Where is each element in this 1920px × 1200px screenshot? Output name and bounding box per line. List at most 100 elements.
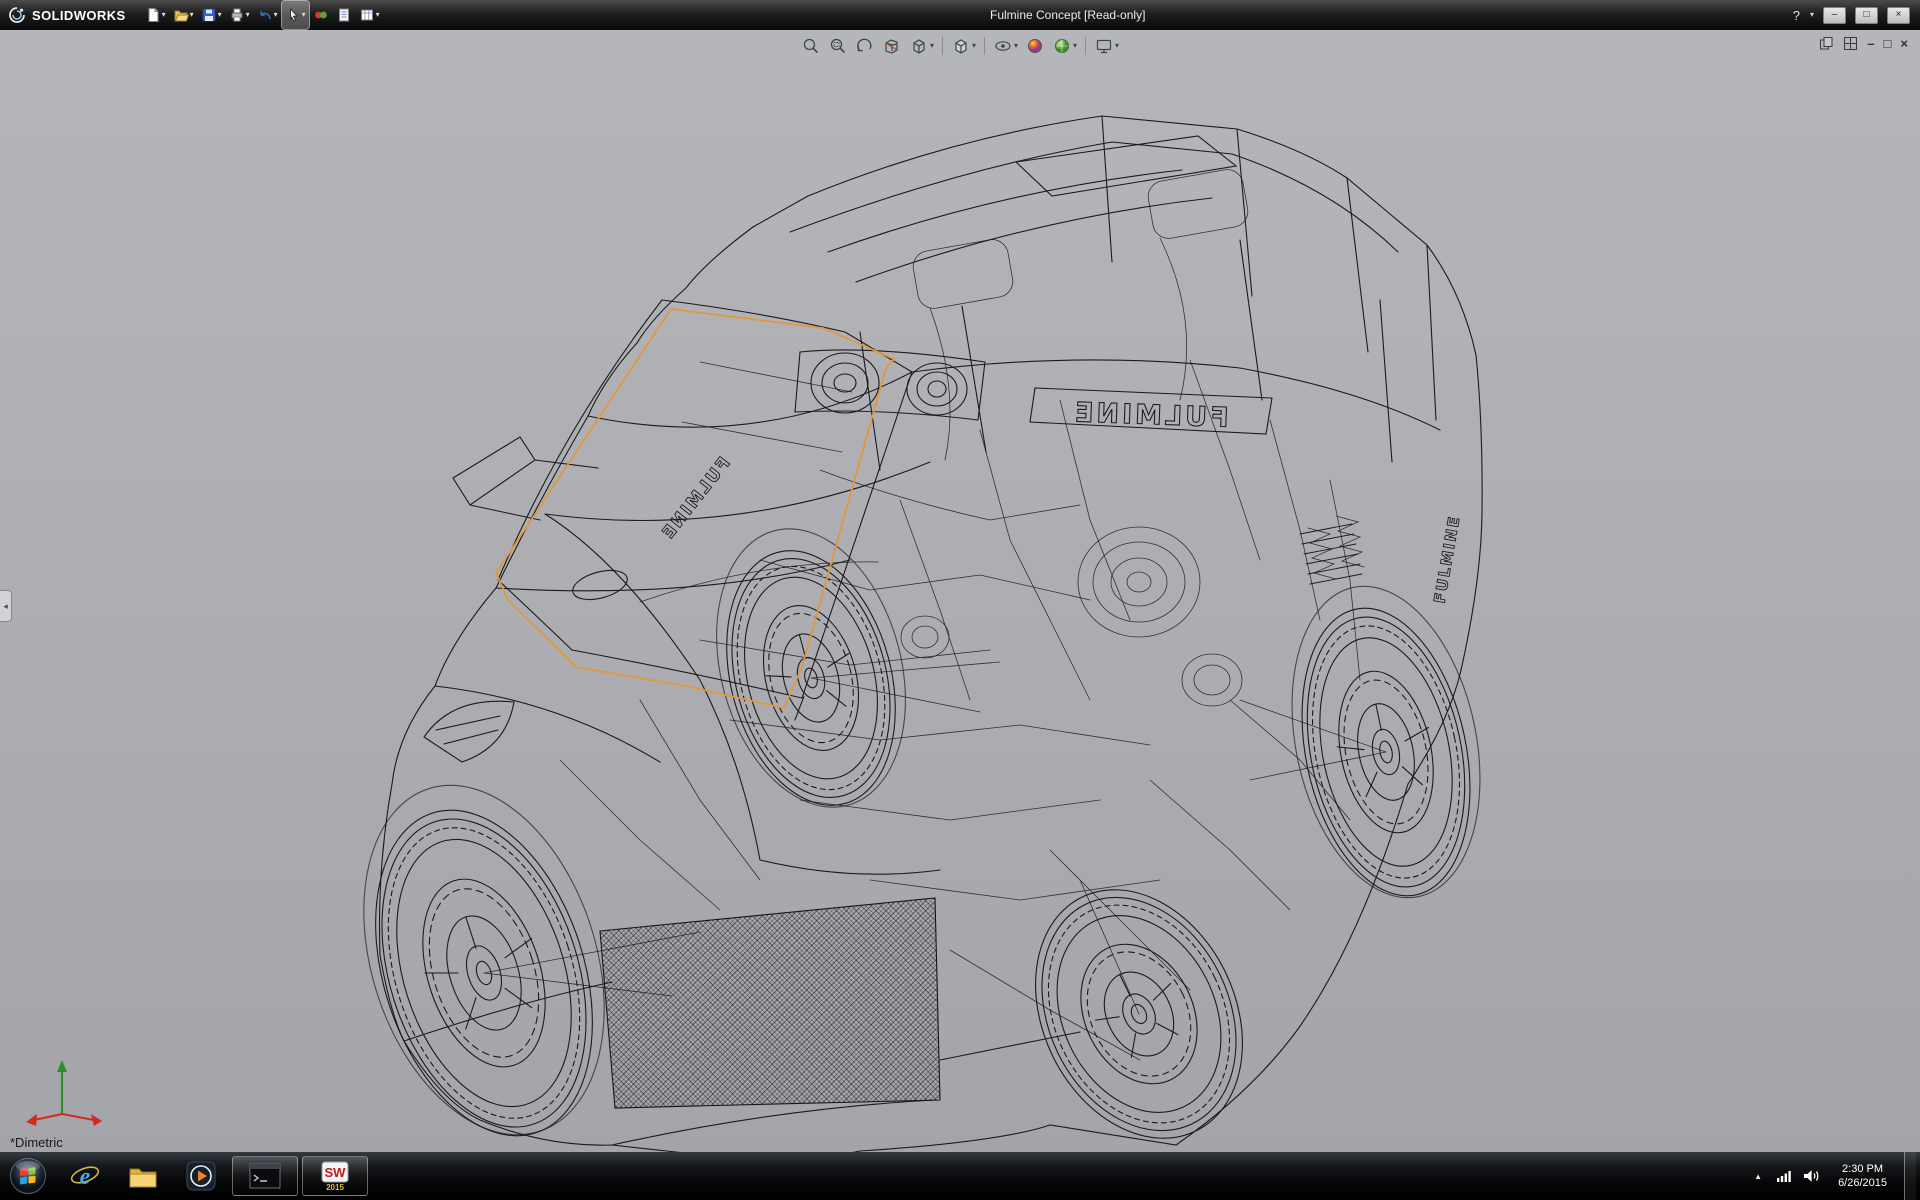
solidworks-app-icon: SW: [320, 1161, 350, 1183]
folder-icon: [128, 1163, 158, 1189]
car-rear-vents: [1300, 524, 1362, 584]
dropdown-caret[interactable]: ▾: [246, 11, 250, 19]
select-cursor-icon: [285, 7, 301, 23]
dropdown-caret[interactable]: ▾: [1014, 42, 1018, 50]
close-button[interactable]: ×: [1887, 7, 1910, 24]
dropdown-caret[interactable]: ▾: [218, 11, 222, 19]
toolbar-separator: [942, 37, 943, 55]
previous-view-icon: [855, 36, 875, 56]
dropdown-caret[interactable]: ▾: [1073, 42, 1077, 50]
section-view-icon: [882, 36, 902, 56]
clock-time: 2:30 PM: [1838, 1162, 1887, 1176]
taskbar-item-command-prompt[interactable]: [232, 1156, 298, 1196]
display-style-button[interactable]: ▾: [949, 33, 978, 59]
dropdown-caret[interactable]: ▾: [376, 11, 380, 19]
minimize-button[interactable]: –: [1823, 7, 1846, 24]
eye-icon: [993, 36, 1013, 56]
dropdown-caret[interactable]: ▾: [190, 11, 194, 19]
section-view-button[interactable]: [880, 33, 904, 59]
save-icon: [201, 7, 217, 23]
taskbar-item-file-explorer[interactable]: [114, 1152, 172, 1200]
dropdown-caret[interactable]: ▾: [302, 11, 306, 19]
dropdown-caret[interactable]: ▾: [274, 11, 278, 19]
options-icon: [359, 7, 375, 23]
view-orientation-label: *Dimetric: [10, 1135, 63, 1150]
window-title: Fulmine Concept [Read-only]: [383, 8, 1793, 22]
zoom-to-fit-icon: [801, 36, 821, 56]
show-desktop-button[interactable]: [1904, 1152, 1916, 1200]
undo-button[interactable]: ▾: [254, 1, 281, 29]
apply-scene-button[interactable]: ▾: [1050, 33, 1079, 59]
command-prompt-thumbnail-icon: [249, 1163, 281, 1189]
show-hidden-icons-button[interactable]: ▲: [1750, 1172, 1766, 1181]
start-button[interactable]: [0, 1152, 56, 1200]
window-controls: ? ▾ – □ ×: [1793, 7, 1920, 24]
restore-button[interactable]: □: [1855, 7, 1878, 24]
rebuild-icon: [313, 7, 329, 23]
network-icon[interactable]: [1775, 1168, 1793, 1184]
clock-date: 6/26/2015: [1838, 1176, 1887, 1190]
model-badge-front: FULMINE: [1072, 397, 1230, 433]
model-canvas[interactable]: FULMINE FULMINE FULMINE: [0, 30, 1920, 1152]
system-tray: ▲ 2:30 PM 6/26/2015: [1746, 1152, 1920, 1200]
rebuild-button[interactable]: [310, 1, 332, 29]
dropdown-caret[interactable]: ▾: [1115, 42, 1119, 50]
zoom-to-area-icon: [828, 36, 848, 56]
wheel-arch-front-left: [322, 754, 646, 1152]
solidworks-window: SOLIDWORKS ▾ ▾ ▾: [0, 0, 1920, 1200]
car-grille-mesh: [600, 898, 940, 1108]
tile-documents-icon[interactable]: [1843, 36, 1858, 51]
svg-text:SW: SW: [325, 1165, 347, 1180]
dropdown-caret[interactable]: ▾: [162, 11, 166, 19]
feature-manager-splitter-tab[interactable]: ◂: [0, 590, 12, 622]
wheel-front-left: [337, 782, 631, 1152]
taskbar: e SW: [0, 1152, 1920, 1200]
new-document-button[interactable]: ▾: [142, 1, 169, 29]
scene-sphere-icon: [1052, 36, 1072, 56]
new-document-icon: [145, 7, 161, 23]
select-button[interactable]: ▾: [282, 1, 309, 29]
internet-explorer-icon: e: [69, 1160, 101, 1192]
model-badge-side: FULMINE: [1430, 514, 1463, 605]
splitter-arrow-icon: ◂: [3, 601, 8, 612]
help-icon[interactable]: ?: [1793, 8, 1800, 23]
open-button[interactable]: ▾: [170, 1, 197, 29]
hide-show-items-button[interactable]: ▾: [991, 33, 1020, 59]
file-properties-icon: [336, 7, 352, 23]
print-button[interactable]: ▾: [226, 1, 253, 29]
help-dropdown-caret[interactable]: ▾: [1810, 11, 1814, 19]
minimize-document-button[interactable]: –: [1867, 37, 1874, 50]
view-settings-icon: [1094, 36, 1114, 56]
model-badge-sill: FULMINE: [658, 454, 735, 545]
edit-appearance-button[interactable]: [1023, 33, 1047, 59]
taskbar-clock[interactable]: 2:30 PM 6/26/2015: [1830, 1162, 1895, 1190]
headsup-view-toolbar: ▾ ▾ ▾ ▾: [799, 33, 1121, 59]
zoom-to-fit-button[interactable]: [799, 33, 823, 59]
undo-icon: [257, 7, 273, 23]
car-badges: FULMINE FULMINE FULMINE: [658, 397, 1464, 604]
volume-icon[interactable]: [1802, 1168, 1821, 1184]
reference-triad: [16, 1056, 106, 1126]
taskbar-item-media-player[interactable]: [172, 1152, 230, 1200]
document-window-controls: – □ ×: [1819, 36, 1908, 51]
cascade-documents-icon[interactable]: [1819, 36, 1834, 51]
solidworks-logo: SOLIDWORKS: [0, 6, 142, 24]
options-button[interactable]: ▾: [356, 1, 383, 29]
3ds-swirl-icon: [8, 6, 26, 24]
graphics-viewport[interactable]: FULMINE FULMINE FULMINE *Dimetric ◂: [0, 30, 1920, 1152]
previous-view-button[interactable]: [853, 33, 877, 59]
view-settings-button[interactable]: ▾: [1092, 33, 1121, 59]
file-properties-button[interactable]: [333, 1, 355, 29]
appearance-sphere-icon: [1025, 36, 1045, 56]
taskbar-item-solidworks-2015[interactable]: SW 2015: [302, 1156, 368, 1196]
dropdown-caret[interactable]: ▾: [972, 42, 976, 50]
toolbar-separator: [984, 37, 985, 55]
taskbar-item-internet-explorer[interactable]: e: [56, 1152, 114, 1200]
main-toolbar: ▾ ▾ ▾ ▾: [142, 1, 383, 29]
view-orientation-button[interactable]: ▾: [907, 33, 936, 59]
zoom-to-area-button[interactable]: [826, 33, 850, 59]
restore-document-button[interactable]: □: [1884, 37, 1892, 50]
save-button[interactable]: ▾: [198, 1, 225, 29]
close-document-button[interactable]: ×: [1900, 37, 1908, 50]
dropdown-caret[interactable]: ▾: [930, 42, 934, 50]
